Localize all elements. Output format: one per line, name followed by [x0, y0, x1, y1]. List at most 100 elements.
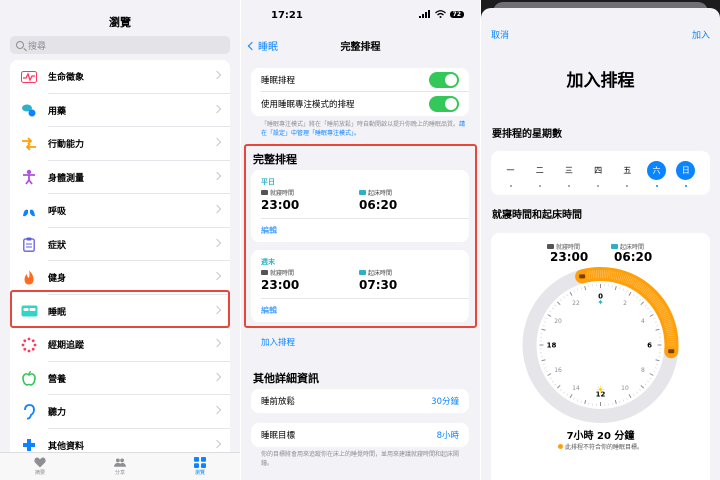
dial-number: 20 — [554, 318, 562, 325]
sleep-focus-toggle[interactable] — [429, 96, 459, 112]
day-button[interactable]: 六 — [647, 161, 666, 180]
back-label: 睡眠 — [258, 42, 278, 53]
mobility-icon — [20, 135, 38, 153]
dial-number: 16 — [554, 367, 562, 374]
alarm-icon — [611, 244, 618, 249]
cancel-button[interactable]: 取消 — [491, 28, 509, 41]
wake-label-text: 起床時間 — [368, 190, 393, 197]
chevron-right-icon — [212, 305, 222, 314]
edit-weekday-button[interactable]: 編輯 — [261, 225, 277, 236]
day-dot — [509, 185, 512, 187]
bed-icon — [261, 190, 268, 195]
tab-summary[interactable]: 摘要 — [0, 453, 80, 480]
category-fitness[interactable]: 健身 — [10, 261, 230, 295]
tab-sharing[interactable]: 分享 — [80, 453, 160, 480]
bed-icon — [20, 302, 38, 320]
day-button[interactable]: 二 — [530, 161, 549, 180]
search-field[interactable]: 搜尋 — [10, 36, 230, 54]
edit-weekend-button[interactable]: 編輯 — [261, 305, 277, 316]
day-button[interactable]: 五 — [618, 161, 637, 180]
category-label: 行動能力 — [48, 140, 85, 151]
warning-text: 此排程不符合你的睡眠目標。 — [564, 444, 643, 451]
chevron-right-icon — [212, 104, 222, 113]
wind-down-row[interactable]: 睡前放鬆 30分鐘 — [251, 389, 469, 413]
apple-icon — [20, 369, 38, 387]
sleep-clock-dial[interactable]: 0246810121416182022 ✦ ☀ — [491, 265, 710, 425]
add-schedule-screen: 取消 加入 加入排程 要排程的星期數 一二三四五六日 就寢時間和起床時間 就寢時… — [481, 0, 720, 480]
category-nutrition[interactable]: 營養 — [10, 362, 230, 396]
sleep-schedule-toggle[interactable] — [429, 72, 459, 88]
category-symptoms[interactable]: 症狀 — [10, 228, 230, 262]
sleep-goal-group[interactable]: 睡眠目標 8小時 — [251, 423, 469, 447]
wake-label-text: 起床時間 — [368, 270, 393, 277]
warning-dot-icon — [557, 444, 563, 449]
battery-icon: 72 — [449, 10, 464, 18]
lungs-icon — [20, 202, 38, 220]
category-label: 生命徵象 — [48, 73, 85, 84]
wake-handle[interactable] — [665, 345, 677, 357]
day-button[interactable]: 一 — [501, 161, 520, 180]
category-label: 健身 — [48, 274, 67, 285]
day-dot — [597, 185, 600, 187]
status-time: 17:21 — [271, 10, 303, 21]
status-indicators: 72 — [418, 10, 464, 18]
add-schedule-sheet: 取消 加入 加入排程 要排程的星期數 一二三四五六日 就寢時間和起床時間 就寢時… — [481, 8, 720, 480]
chevron-right-icon — [212, 405, 222, 415]
wind-down-group[interactable]: 睡前放鬆 30分鐘 — [251, 389, 469, 413]
browse-screen: 瀏覽 搜尋 生命徵象 用藥 行動能力 身體測量 呼吸 症狀 健身 睡眠 經期追蹤… — [0, 0, 240, 480]
category-body-measurements[interactable]: 身體測量 — [10, 161, 230, 195]
tab-label: 摘要 — [34, 470, 45, 476]
days-title: 要排程的星期數 — [492, 129, 562, 140]
bedtime-label: 就寢時間 — [261, 268, 294, 277]
sleep-goal-footnote: 你的目標將會用來追蹤你在床上的睡覺時間，並用來建議就寢時間和起床鬧鐘。 — [261, 451, 460, 467]
sleep-focus-label: 使用睡眠專注模式的排程 — [261, 100, 355, 110]
bedtime-label: 就寢時間 — [261, 188, 294, 197]
sleep-focus-footnote: 「睡眠專注模式」將在「睡前放鬆」時自動開啟以提升你晚上的睡眠品質。請在「設定」中… — [261, 121, 466, 138]
category-medications[interactable]: 用藥 — [10, 94, 230, 128]
divider — [261, 218, 469, 219]
day-button[interactable]: 四 — [589, 161, 608, 180]
dial-number: 10 — [621, 385, 629, 392]
add-button[interactable]: 加入 — [692, 28, 710, 41]
search-placeholder: 搜尋 — [28, 41, 47, 52]
category-sleep[interactable]: 睡眠 — [10, 295, 230, 329]
wind-down-value: 30分鐘 — [431, 397, 459, 407]
chevron-right-icon — [212, 439, 222, 448]
moon-icon: ✦ — [597, 298, 604, 307]
chevron-right-icon — [212, 238, 222, 247]
day-dot — [567, 185, 570, 187]
weekend-label: 週末 — [261, 258, 275, 266]
category-mobility[interactable]: 行動能力 — [10, 127, 230, 161]
bedtime-label-text: 就寢時間 — [270, 190, 295, 197]
alarm-icon — [668, 349, 675, 354]
bedtime-label-text: 就寢時間 — [270, 270, 295, 277]
category-label: 營養 — [48, 374, 67, 385]
category-label: 其他資料 — [48, 441, 85, 452]
cycle-icon — [20, 336, 38, 354]
day-button[interactable]: 三 — [559, 161, 578, 180]
category-hearing[interactable]: 聽力 — [10, 395, 230, 429]
category-list: 生命徵象 用藥 行動能力 身體測量 呼吸 症狀 健身 睡眠 經期追蹤 營養 聽力… — [10, 60, 230, 462]
wake-value: 06:20 — [359, 198, 398, 212]
day-button[interactable]: 日 — [676, 161, 696, 180]
back-button[interactable]: 睡眠 — [247, 38, 278, 53]
search-icon — [16, 41, 24, 49]
dial-number: 8 — [641, 367, 645, 374]
sleep-focus-row: 使用睡眠專注模式的排程 — [251, 92, 469, 116]
category-cycle-tracking[interactable]: 經期追蹤 — [10, 328, 230, 362]
sun-icon: ☀ — [596, 385, 605, 396]
wake-label: 起床時間 — [359, 188, 392, 197]
category-vitals[interactable]: 生命徵象 — [10, 60, 230, 94]
chevron-right-icon — [212, 338, 222, 348]
category-respiratory[interactable]: 呼吸 — [10, 194, 230, 228]
sleep-goal-row[interactable]: 睡眠目標 8小時 — [251, 423, 469, 447]
day-dot — [684, 185, 687, 187]
bedtime-handle[interactable] — [576, 270, 588, 282]
tab-browse[interactable]: 瀏覽 — [160, 453, 240, 480]
footnote-text: 「睡眠專注模式」將在「睡前放鬆」時自動開啟以提升你晚上的睡眠品質。 — [261, 121, 460, 128]
people-icon — [114, 458, 126, 467]
bedtime-value: 23:00 — [261, 278, 300, 292]
dial-number: 4 — [641, 318, 645, 325]
sheet-title: 加入排程 — [566, 71, 635, 91]
add-schedule-button[interactable]: 加入排程 — [261, 336, 295, 348]
